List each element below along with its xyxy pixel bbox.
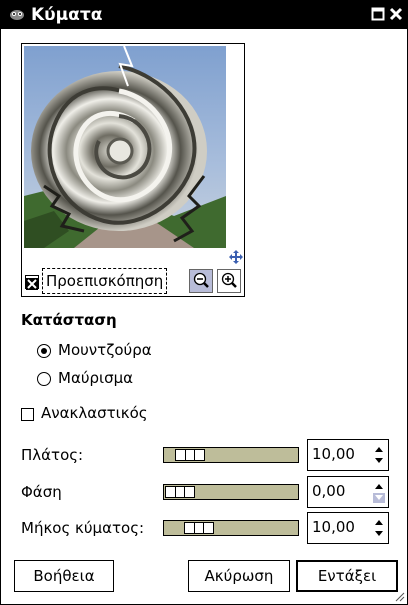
title-bar[interactable]: Κύματα	[1, 1, 407, 29]
reflective-checkbox[interactable]	[21, 408, 34, 421]
amplitude-spinbutton[interactable]: 10,00	[307, 439, 389, 471]
cancel-button[interactable]: Ακύρωση	[188, 560, 290, 592]
gimp-icon	[10, 10, 24, 20]
mode-smear-radio[interactable]	[37, 344, 51, 358]
close-icon[interactable]	[389, 7, 403, 21]
wavelength-label: Μήκος κύματος:	[21, 519, 145, 537]
ok-button[interactable]: Εντάξει	[296, 560, 398, 592]
zoom-in-button[interactable]	[217, 269, 241, 293]
spin-arrows-icon[interactable]	[373, 516, 385, 540]
phase-spinbutton[interactable]: 0,00	[307, 476, 389, 508]
mode-smear-label[interactable]: Μουντζούρα	[58, 341, 152, 359]
waves-dialog: Κύματα Προεπισκόπηση Κατάσταση Μουντζούρ…	[0, 0, 408, 605]
slider-thumb[interactable]	[175, 449, 205, 461]
mode-section-title: Κατάσταση	[21, 311, 117, 329]
zoom-out-button[interactable]	[189, 269, 213, 293]
amplitude-label: Πλάτος:	[21, 446, 84, 464]
preview-label[interactable]: Προεπισκόπηση	[42, 268, 168, 294]
navigate-icon[interactable]	[228, 249, 244, 265]
spin-arrows-icon[interactable]	[373, 443, 385, 467]
phase-label: Φάση	[21, 483, 62, 501]
preview-checkbox[interactable]	[25, 275, 39, 290]
zoom-out-icon	[193, 272, 209, 288]
window-title: Κύματα	[31, 5, 103, 25]
slider-thumb[interactable]	[165, 486, 195, 498]
wavelength-slider[interactable]	[163, 520, 299, 536]
phase-slider[interactable]	[163, 484, 299, 500]
maximize-icon[interactable]	[371, 7, 385, 21]
resize-grip-icon[interactable]	[393, 590, 405, 602]
check-mark-icon	[26, 278, 38, 290]
zoom-in-icon	[221, 272, 237, 288]
spin-arrows-icon[interactable]	[373, 480, 385, 504]
amplitude-value[interactable]: 10,00	[312, 445, 355, 463]
preview-image[interactable]	[24, 46, 226, 248]
phase-value[interactable]: 0,00	[312, 482, 345, 500]
preview-area: Προεπισκόπηση	[21, 43, 245, 297]
wavelength-spinbutton[interactable]: 10,00	[307, 512, 389, 544]
wavelength-value[interactable]: 10,00	[312, 518, 355, 536]
mode-blacken-radio[interactable]	[37, 372, 51, 386]
amplitude-slider[interactable]	[163, 447, 299, 463]
reflective-label[interactable]: Ανακλαστικός	[41, 404, 148, 422]
help-button[interactable]: Βοήθεια	[14, 560, 114, 592]
slider-thumb[interactable]	[184, 522, 214, 534]
mode-blacken-label[interactable]: Μαύρισμα	[58, 369, 133, 387]
radio-selected-dot	[41, 348, 47, 354]
